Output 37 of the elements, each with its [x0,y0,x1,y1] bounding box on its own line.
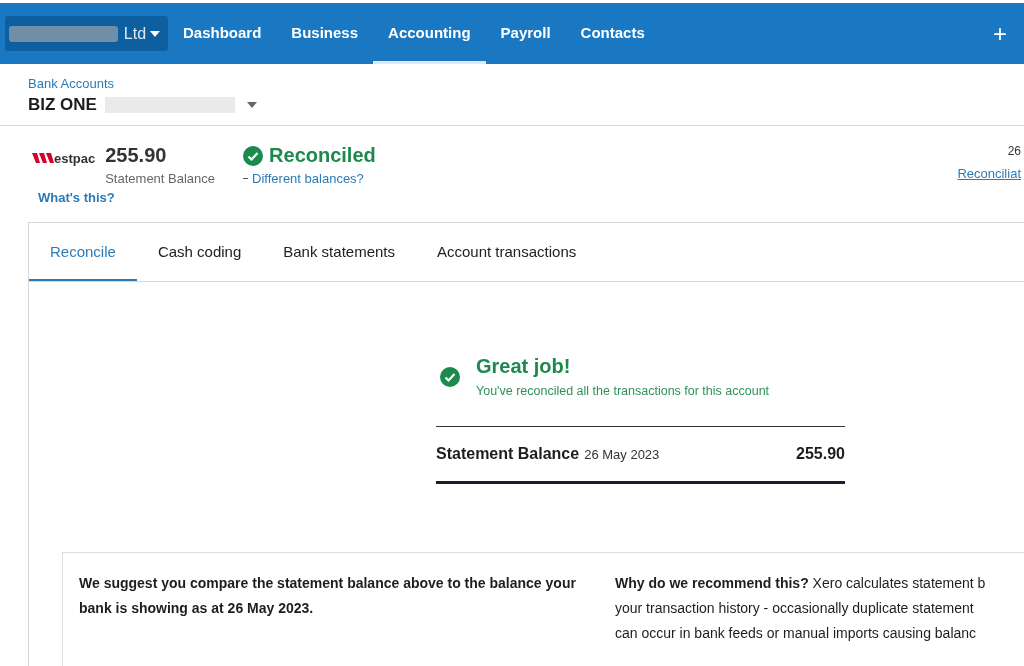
success-title: Great job! [476,355,572,378]
tab[interactable]: Cash coding [136,223,263,281]
nav-tab[interactable]: Payroll [485,3,566,64]
success-message: You've reconciled all the transactions for this account [476,384,770,398]
breadcrumb-link[interactable]: Bank Accounts [28,76,114,91]
notice-text: We suggest you compare the statement balance above to the balance your bank is showing as at 26 May 2023. [79,574,577,618]
balance-label: Statement Balance [105,171,216,186]
caret-icon[interactable] [246,102,257,108]
nav-tab[interactable]: Accounting [373,3,486,64]
notice-text: Why do we recommend this? Xero calculates statement b [615,574,986,593]
nav-tab[interactable]: Business [276,3,374,64]
nav-tab[interactable]: Dashboard [168,3,277,64]
notice-text: your transaction history - occasionally duplicate statement [615,599,975,618]
tab[interactable]: Bank statements [262,223,416,281]
organisation-menu[interactable]: Ltd [5,16,168,51]
add-button[interactable]: + [981,19,1019,48]
reconciled-status: Reconciled [269,144,376,167]
notice-text: can occur in bank feeds or manual imports causing balanc [615,624,978,643]
bank-name: estpac [54,150,96,166]
dash-icon [243,178,249,179]
date-text: 26 [1007,144,1021,158]
reconciliation-link[interactable]: Reconciliat [957,166,1021,181]
balance-amount: 255.90 [105,144,168,167]
org-suffix: Ltd [123,24,147,43]
tab[interactable]: Reconcile [29,223,137,281]
statement-date: 26 May 2023 [584,447,660,462]
tab[interactable]: Account transactions [416,223,598,281]
different-balances-link[interactable]: Different balances? [252,171,364,186]
bank-logo-icon [32,152,54,164]
caret-icon [150,30,160,37]
nav-tab[interactable]: Contacts [565,3,660,64]
whats-this-link[interactable]: What's this? [38,190,115,205]
statement-balance-label: Statement Balance [436,445,580,463]
statement-amount: 255.90 [796,445,845,463]
account-name: BIZ ONE [28,95,97,115]
check-circle-icon [440,366,460,387]
check-circle-icon [243,145,264,166]
